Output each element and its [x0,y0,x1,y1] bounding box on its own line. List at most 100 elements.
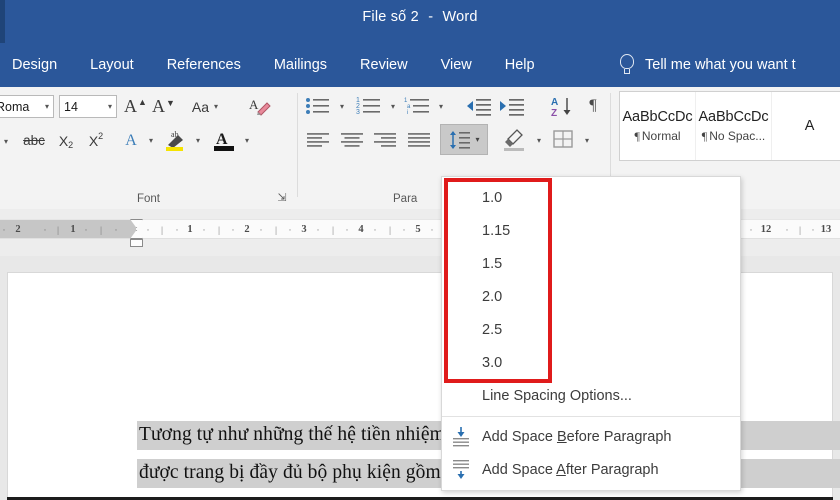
subscript-index: 2 [68,139,74,150]
text-highlight-icon[interactable]: ab [162,126,190,154]
style-item-no-spacing[interactable]: AaBbCcDc ¶ No Spac... [696,92,772,160]
font-name-combo[interactable]: Roma ▾ [0,95,54,118]
strikethrough-button[interactable]: abc [20,128,48,153]
shading-icon[interactable] [500,125,530,154]
menu-item-line-spacing-options[interactable]: Line Spacing Options... [442,379,740,412]
pilcrow-icon: ¶ [701,128,708,143]
bullet-list-icon[interactable] [304,94,334,119]
tab-design[interactable]: Design [12,57,57,73]
menu-item-spacing-2-5[interactable]: 2.5 [442,313,740,346]
chevron-down-icon: ▾ [107,102,112,111]
ruler-tick: · [373,225,377,235]
menu-divider [442,416,740,417]
menu-item-label: 1.15 [482,222,511,239]
ruler-tick: | [218,225,220,235]
justify-icon[interactable] [405,128,433,153]
shrink-font-button[interactable]: A ▼ [150,94,176,119]
ruler-tick: 4 [358,224,364,235]
tab-help[interactable]: Help [505,57,535,73]
ruler-tick: · [316,225,320,235]
ruler-tick: · [202,225,206,235]
shading-chevron-icon[interactable]: ▾ [531,128,547,153]
tell-me-search[interactable]: Tell me what you want t [620,43,796,87]
clear-formatting-icon[interactable]: A [245,93,275,120]
text-effects-chevron-icon[interactable]: ▾ [143,128,159,153]
decrease-indent-icon[interactable] [464,94,494,119]
menu-item-add-space-before-paragraph[interactable]: Add Space Before Paragraph [442,420,740,453]
superscript-button[interactable]: X2 [83,128,109,153]
svg-text:Z: Z [551,108,557,119]
ruler-tick: · [749,225,753,235]
tab-review[interactable]: Review [360,57,408,73]
subscript-glyph: X [58,132,69,149]
label-accesskey: B [556,428,567,445]
text-effects-button[interactable]: A [118,128,144,153]
show-formatting-marks-button[interactable]: ¶ [581,93,605,119]
menu-item-label: Line Spacing Options... [482,387,632,404]
numbered-list-chevron-icon[interactable]: ▾ [385,94,401,119]
ruler-tick: | [57,225,59,235]
multilevel-list-icon[interactable]: 1 a i [404,94,434,119]
menu-item-spacing-2-0[interactable]: 2.0 [442,280,740,313]
style-name-text: No Spac... [709,128,766,143]
svg-text:A: A [249,97,259,112]
svg-text:3: 3 [356,109,360,116]
bullet-list-chevron-icon[interactable]: ▾ [334,94,350,119]
align-center-icon[interactable] [338,128,366,153]
left-indent-marker[interactable] [130,239,143,247]
menu-item-spacing-1-5[interactable]: 1.5 [442,247,740,280]
ruler-tick: · [430,225,434,235]
title-file-name: File số 2 [362,9,419,25]
font-color-button[interactable]: A [210,126,238,154]
ruler-tick: 13 [820,224,832,235]
menu-item-label: Add Space Before Paragraph [442,429,671,445]
ruler-tick: 1 [187,224,193,235]
subscript-button[interactable]: X2 [53,128,79,153]
change-case-button[interactable]: Aa ▾ [182,94,228,119]
increase-indent-icon[interactable] [497,94,527,119]
borders-chevron-icon[interactable]: ▾ [579,128,595,153]
grow-font-button[interactable]: A ▲ [122,94,148,119]
space-before-icon [450,426,472,447]
font-color-chevron-icon[interactable]: ▾ [239,128,255,153]
numbered-list-icon[interactable]: 1 2 3 [355,94,385,119]
tab-references[interactable]: References [167,57,241,73]
ruler-tick: | [332,225,334,235]
font-size-combo[interactable]: 14 ▾ [59,95,117,118]
style-item-normal[interactable]: AaBbCcDc ¶ Normal [620,92,696,160]
highlight-chevron-icon[interactable]: ▾ [190,128,206,153]
superscript-glyph: X [88,132,99,149]
line-spacing-button[interactable]: ▾ [440,124,488,155]
ruler-tick: · [345,225,349,235]
ruler-tick: | [799,225,801,235]
text-effects-glyph: A [125,131,137,149]
style-name-text: Normal [641,128,681,143]
window-title: File số 2 - Word [0,9,840,25]
font-dialog-launcher[interactable]: ⇲ [276,192,288,204]
menu-item-add-space-after-paragraph[interactable]: Add Space After Paragraph [442,453,740,486]
menu-item-spacing-1-0[interactable]: 1.0 [442,181,740,214]
tab-mailings[interactable]: Mailings [274,57,327,73]
label-post: fter Paragraph [565,461,659,478]
font-name-value: Roma [0,99,30,114]
word-window: File số 2 - Word Design Layout Reference… [0,0,840,500]
menu-item-label: 3.0 [482,354,503,371]
align-right-icon[interactable] [371,128,399,153]
menu-item-label: 1.5 [482,255,503,272]
chevron-down-icon: ▾ [214,102,219,111]
underline-options-chevron-icon[interactable]: ▾ [0,129,16,153]
ruler-tick: 12 [760,224,772,235]
tab-layout[interactable]: Layout [90,57,134,73]
space-after-icon [450,459,472,480]
align-left-icon[interactable] [304,128,332,153]
menu-item-spacing-3-0[interactable]: 3.0 [442,346,740,379]
borders-icon[interactable] [550,126,578,153]
menu-item-spacing-1-15[interactable]: 1.15 [442,214,740,247]
ruler-tick: · [84,225,88,235]
tab-view[interactable]: View [441,57,472,73]
ruler-tick: · [231,225,235,235]
style-item-partial[interactable]: A [772,92,840,160]
multilevel-list-chevron-icon[interactable]: ▾ [433,94,449,119]
ruler-tick: · [43,225,47,235]
sort-az-icon[interactable]: A Z [550,94,576,119]
